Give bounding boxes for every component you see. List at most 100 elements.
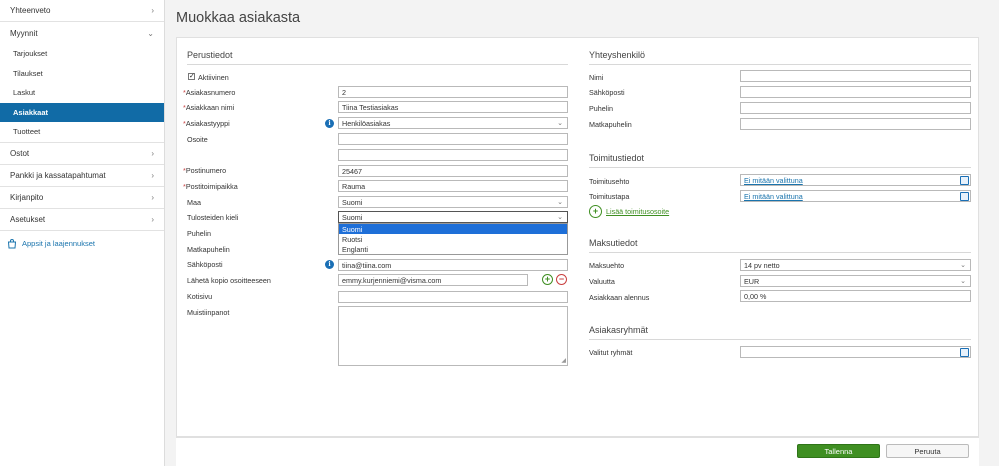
copy-email-label: Lähetä kopio osoitteeseen: [187, 276, 271, 285]
resize-grip-icon[interactable]: ◢: [561, 357, 566, 364]
nav-subitem-asiakkaat[interactable]: Asiakkaat: [0, 102, 164, 122]
nav-item-yhteenveto[interactable]: Yhteenveto ›: [0, 0, 164, 22]
contact-phone-input[interactable]: [740, 102, 971, 114]
remove-email-button[interactable]: −: [556, 274, 567, 285]
nav-item-ostot[interactable]: Ostot ›: [0, 143, 164, 165]
customer-type-value: Henkilöasiakas: [342, 118, 391, 128]
city-input[interactable]: Rauma: [338, 180, 568, 192]
currency-label: Valuutta: [589, 277, 615, 286]
dropdown-option-suomi[interactable]: Suomi: [339, 224, 567, 234]
postal-code-label: *Postinumero: [183, 166, 226, 175]
discount-label: Asiakkaan alennus: [589, 293, 650, 302]
page-title: Muokkaa asiakasta: [176, 10, 301, 26]
address-line2-input[interactable]: [338, 149, 568, 161]
nav-item-myynnit[interactable]: Myynnit ⌄: [0, 22, 164, 44]
nav-subitem-tarjoukset[interactable]: Tarjoukset: [0, 44, 164, 64]
mobile-label: Matkapuhelin: [187, 245, 230, 254]
delivery-terms-lookup[interactable]: Ei mitään valittuna: [740, 174, 971, 186]
contact-mobile-input[interactable]: [740, 118, 971, 130]
customer-number-label: *Asiakasnumero: [183, 88, 235, 97]
nav-subitem-tilaukset[interactable]: Tilaukset: [0, 64, 164, 84]
chevron-right-icon: ›: [151, 192, 154, 202]
copy-email-input[interactable]: emmy.kurjenniemi@visma.com: [338, 274, 528, 286]
nav-item-pankki[interactable]: Pankki ja kassatapahtumat ›: [0, 165, 164, 187]
nav-subitem-tuotteet[interactable]: Tuotteet: [0, 122, 164, 142]
payment-terms-label: Maksuehto: [589, 261, 625, 270]
print-language-select[interactable]: Suomi ⌄: [338, 211, 568, 223]
section-title-contact: Yhteyshenkilö: [589, 50, 971, 65]
active-checkbox[interactable]: ✓: [188, 73, 195, 80]
nav-group-myynnit: Myynnit ⌄ Tarjoukset Tilaukset Laskut As…: [0, 22, 164, 143]
nav-subitem-laskut[interactable]: Laskut: [0, 83, 164, 103]
customer-type-select[interactable]: Henkilöasiakas ⌄: [338, 117, 568, 129]
sidebar: Yhteenveto › Myynnit ⌄ Tarjoukset Tilauk…: [0, 0, 165, 466]
info-icon[interactable]: i: [325, 260, 334, 269]
country-value: Suomi: [342, 197, 363, 207]
nav-label: Asetukset: [10, 214, 46, 224]
postal-code-input[interactable]: 25467: [338, 165, 568, 177]
minus-icon: −: [558, 274, 565, 284]
address-label: Osoite: [187, 135, 208, 144]
contact-mobile-label: Matkapuhelin: [589, 120, 632, 129]
apps-link[interactable]: Appsit ja laajennukset: [0, 231, 164, 257]
notes-label: Muistiinpanot: [187, 308, 230, 317]
save-button[interactable]: Tallenna: [797, 444, 880, 458]
homepage-label: Kotisivu: [187, 292, 213, 301]
section-title-delivery: Toimitustiedot: [589, 153, 971, 168]
chevron-right-icon: ›: [151, 170, 154, 180]
contact-phone-label: Puhelin: [589, 104, 613, 113]
contact-name-input[interactable]: [740, 70, 971, 82]
currency-value: EUR: [744, 276, 760, 286]
contact-email-label: Sähköposti: [589, 88, 625, 97]
dropdown-option-englanti[interactable]: Englanti: [339, 244, 567, 254]
form-footer: Tallenna Peruuta: [176, 437, 979, 466]
add-delivery-address-link[interactable]: + Lisää toimitusosoite: [589, 205, 669, 218]
chevron-down-icon: ⌄: [557, 199, 563, 206]
shopping-bag-icon: [7, 238, 17, 248]
homepage-input[interactable]: [338, 291, 568, 303]
chevron-down-icon: ⌄: [147, 28, 154, 38]
lookup-icon[interactable]: [960, 192, 969, 201]
email-label: Sähköposti: [187, 260, 223, 269]
email-input[interactable]: tiina@tiina.com: [338, 259, 568, 271]
phone-label: Puhelin: [187, 229, 211, 238]
plus-icon: +: [589, 205, 602, 218]
payment-terms-value: 14 pv netto: [744, 260, 780, 270]
section-title-groups: Asiakasryhmät: [589, 325, 971, 340]
contact-email-input[interactable]: [740, 86, 971, 98]
currency-select[interactable]: EUR ⌄: [740, 275, 971, 287]
apps-link-label: Appsit ja laajennukset: [22, 239, 95, 248]
chevron-down-icon: ⌄: [960, 278, 966, 285]
customer-name-input[interactable]: Tiina Testiasiakas: [338, 101, 568, 113]
notes-textarea[interactable]: ◢: [338, 306, 568, 366]
customer-number-label-text: Asiakasnumero: [185, 88, 236, 97]
cancel-button[interactable]: Peruuta: [886, 444, 969, 458]
nav-label: Pankki ja kassatapahtumat: [10, 170, 106, 180]
chevron-down-icon: ⌄: [557, 120, 563, 127]
section-title-payment: Maksutiedot: [589, 238, 971, 253]
nav-item-asetukset[interactable]: Asetukset ›: [0, 209, 164, 231]
payment-terms-select[interactable]: 14 pv netto ⌄: [740, 259, 971, 271]
info-icon[interactable]: i: [325, 119, 334, 128]
nav-label: Ostot: [10, 148, 30, 158]
add-email-button[interactable]: +: [542, 274, 553, 285]
discount-input[interactable]: 0,00 %: [740, 290, 971, 302]
country-select[interactable]: Suomi ⌄: [338, 196, 568, 208]
nav-item-kirjanpito[interactable]: Kirjanpito ›: [0, 187, 164, 209]
lookup-icon[interactable]: [960, 176, 969, 185]
delivery-method-value[interactable]: Ei mitään valittuna: [744, 192, 803, 201]
form-card: Perustiedot ✓ Aktiivinen *Asiakasnumero …: [176, 37, 979, 437]
lookup-icon[interactable]: [960, 348, 969, 357]
plus-icon: +: [544, 274, 551, 284]
dropdown-option-ruotsi[interactable]: Ruotsi: [339, 234, 567, 244]
selected-groups-lookup[interactable]: [740, 346, 971, 358]
country-label: Maa: [187, 198, 201, 207]
nav-label: Yhteenveto: [10, 6, 51, 15]
selected-groups-label: Valitut ryhmät: [589, 348, 633, 357]
address-line1-input[interactable]: [338, 133, 568, 145]
delivery-terms-value[interactable]: Ei mitään valittuna: [744, 176, 803, 185]
delivery-method-lookup[interactable]: Ei mitään valittuna: [740, 190, 971, 202]
customer-number-input[interactable]: 2: [338, 86, 568, 98]
active-label: Aktiivinen: [198, 73, 229, 82]
chevron-right-icon: ›: [151, 148, 154, 158]
